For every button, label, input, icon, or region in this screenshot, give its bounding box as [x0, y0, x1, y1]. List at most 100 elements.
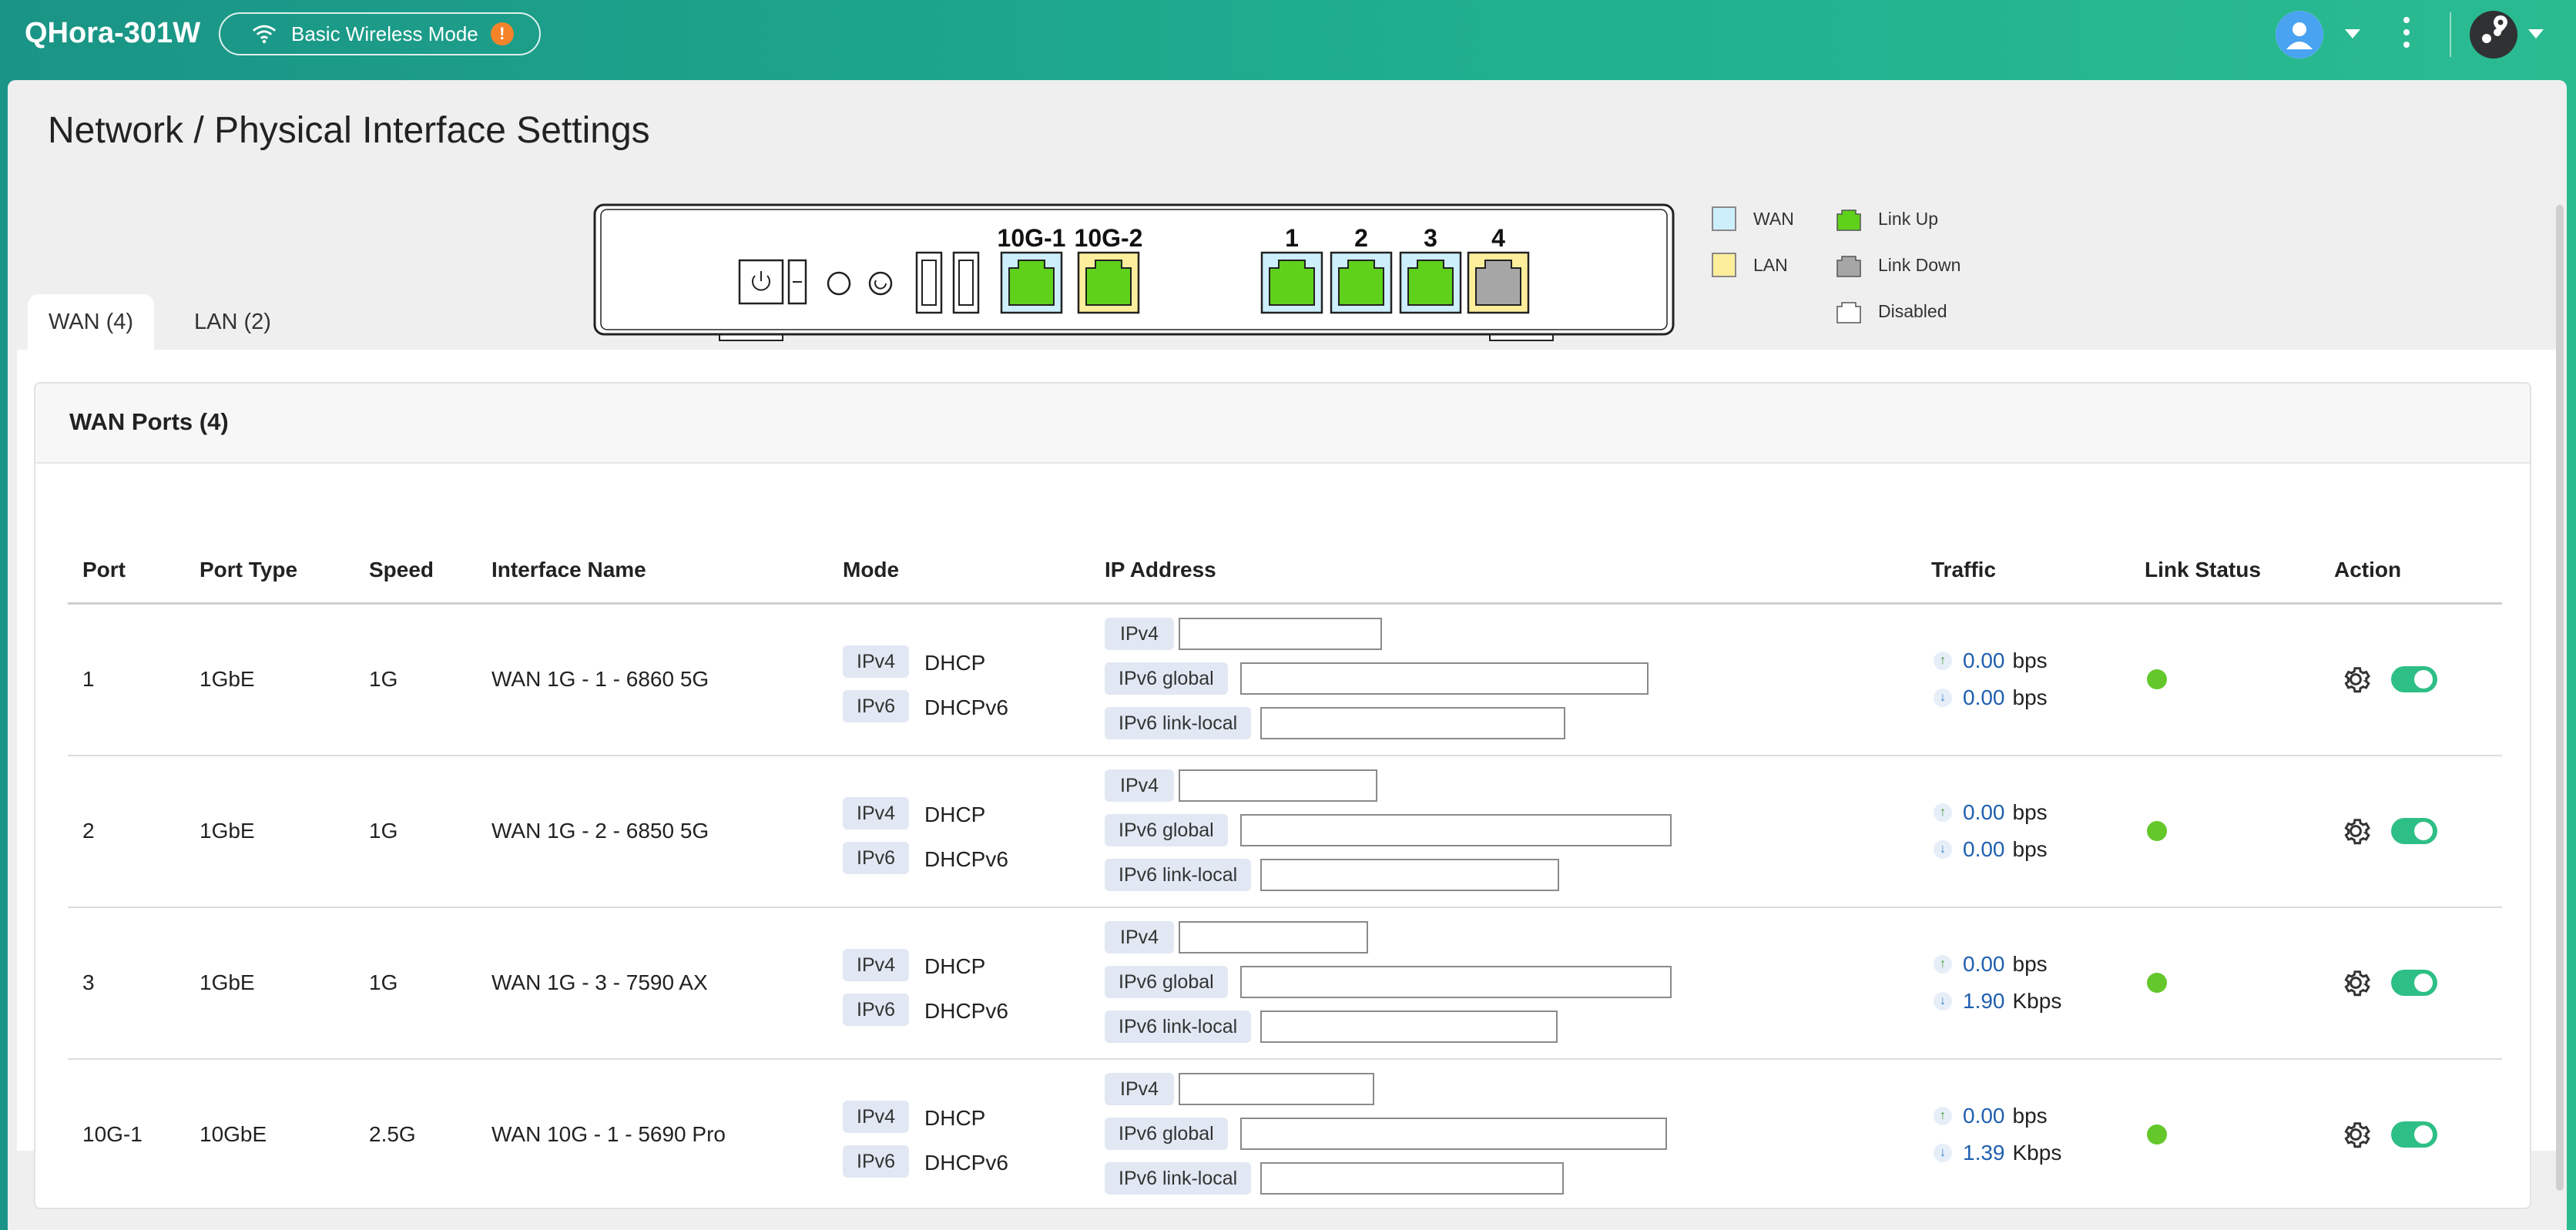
speed-cell: 1G [369, 819, 398, 843]
mode-ipv4-tag: IPv4 [843, 645, 910, 678]
card-title: WAN Ports (4) [69, 408, 229, 435]
interface-name-cell: WAN 1G - 2 - 6850 5G [491, 819, 709, 843]
router-diagram: 10G-1 10G-2 1 2 3 4 [593, 203, 1675, 341]
ipv6-link-local-address-field[interactable] [1260, 859, 1559, 891]
traffic-download: ↓ 1.39 Kbps [1934, 1141, 2061, 1165]
port-cell: 10G-1 [82, 1122, 143, 1146]
col-header-port: Port [82, 558, 126, 581]
ip-ipv4-label: IPv4 [1105, 1073, 1175, 1105]
port-enable-toggle[interactable] [2391, 970, 2437, 996]
legend-disabled: Disabled [1835, 297, 1947, 325]
legend-wan: WAN [1712, 206, 1794, 231]
mode-ipv6-tag: IPv6 [843, 1145, 910, 1178]
upload-arrow-icon: ↑ [1934, 803, 1952, 822]
ip-ipv6-link-local-label: IPv6 link-local [1105, 707, 1252, 739]
interface-name-cell: WAN 10G - 1 - 5690 Pro [491, 1122, 726, 1146]
table-row: 10G-1 10GbE 2.5G WAN 10G - 1 - 5690 Pro … [0, 1059, 2576, 1210]
speed-cell: 1G [369, 970, 398, 994]
warning-icon: ! [490, 22, 514, 45]
lan-swatch [1712, 253, 1736, 277]
more-vert-icon[interactable] [2402, 17, 2411, 55]
mode-ipv6-value: DHCPv6 [924, 999, 1008, 1023]
port-label: 10G-2 [1075, 224, 1143, 252]
gear-icon[interactable] [2339, 814, 2373, 848]
ipv6-global-address-field[interactable] [1240, 1118, 1667, 1150]
port-enable-toggle[interactable] [2391, 666, 2437, 692]
download-value: 1.39 [1963, 1141, 2005, 1165]
download-arrow-icon: ↓ [1934, 1144, 1952, 1162]
ipv4-address-field[interactable] [1179, 618, 1382, 650]
port-enable-toggle[interactable] [2391, 818, 2437, 844]
col-header-interface-name: Interface Name [491, 558, 646, 581]
upload-arrow-icon: ↑ [1934, 652, 1952, 670]
upload-value: 0.00 [1963, 649, 2005, 672]
ipv6-global-address-field[interactable] [1240, 662, 1649, 695]
gear-icon[interactable] [2339, 662, 2373, 696]
download-unit: bps [2012, 685, 2048, 709]
link-status-indicator [2147, 669, 2167, 689]
upload-unit: bps [2012, 952, 2048, 976]
ipv6-link-local-address-field[interactable] [1260, 1162, 1564, 1195]
download-arrow-icon: ↓ [1934, 992, 1952, 1010]
upload-unit: bps [2012, 1104, 2048, 1128]
tab-wan[interactable]: WAN (4) [28, 294, 154, 350]
ipv6-global-address-field[interactable] [1240, 814, 1672, 846]
ip-ipv4-label: IPv4 [1105, 769, 1175, 802]
wireless-mode-button[interactable]: Basic Wireless Mode ! [219, 12, 541, 55]
link-down-icon [1836, 256, 1861, 277]
mode-ipv4-value: DHCP [924, 954, 986, 978]
port-label: 1 [1285, 224, 1299, 252]
mode-ipv6-tag: IPv6 [843, 994, 910, 1026]
port-cell: 3 [82, 970, 95, 994]
port-label: 3 [1424, 224, 1437, 252]
link-status-indicator [2147, 1124, 2167, 1145]
locator-menu-chevron-down-icon[interactable] [2528, 29, 2544, 39]
mode-ipv6-value: DHCPv6 [924, 847, 1008, 871]
download-value: 0.00 [1963, 685, 2005, 709]
led-icon [827, 271, 851, 296]
locator-icon[interactable] [2470, 11, 2517, 59]
ip-ipv4-label: IPv4 [1105, 921, 1175, 954]
ipv4-address-field[interactable] [1179, 1073, 1374, 1105]
power-button-icon [738, 259, 784, 305]
download-arrow-icon: ↓ [1934, 689, 1952, 707]
table-row: 1 1GbE 1G WAN 1G - 1 - 6860 5G IPv4 DHCP… [0, 604, 2576, 755]
port-enable-toggle[interactable] [2391, 1121, 2437, 1148]
interface-name-cell: WAN 1G - 1 - 6860 5G [491, 667, 709, 691]
legend-lan: LAN [1712, 253, 1788, 277]
ip-ipv6-global-label: IPv6 global [1105, 1118, 1228, 1150]
user-avatar-icon[interactable] [2276, 11, 2323, 59]
speed-cell: 1G [369, 667, 398, 691]
user-menu-chevron-down-icon[interactable] [2345, 29, 2360, 39]
download-unit: Kbps [2012, 989, 2062, 1013]
upload-value: 0.00 [1963, 952, 2005, 976]
upload-unit: bps [2012, 649, 2048, 672]
ipv6-link-local-address-field[interactable] [1260, 707, 1565, 739]
ip-ipv6-link-local-label: IPv6 link-local [1105, 1010, 1252, 1043]
ip-ipv6-global-label: IPv6 global [1105, 814, 1228, 846]
upload-unit: bps [2012, 800, 2048, 824]
mode-ipv4-value: DHCP [924, 1106, 986, 1130]
wireless-mode-label: Basic Wireless Mode [291, 22, 478, 45]
traffic-download: ↓ 0.00 bps [1934, 837, 2048, 862]
traffic-upload: ↑ 0.00 bps [1934, 649, 2048, 673]
usb-port-2 [952, 251, 980, 314]
gear-icon[interactable] [2339, 966, 2373, 1000]
tab-lan[interactable]: LAN (2) [169, 294, 296, 350]
ip-ipv6-global-label: IPv6 global [1105, 966, 1228, 998]
ip-ipv4-label: IPv4 [1105, 618, 1175, 650]
gear-icon[interactable] [2339, 1118, 2373, 1151]
ipv4-address-field[interactable] [1179, 769, 1377, 802]
ipv4-address-field[interactable] [1179, 921, 1368, 954]
ipv6-global-address-field[interactable] [1240, 966, 1672, 998]
usb-port-1 [915, 251, 943, 314]
card-header: WAN Ports (4) [35, 384, 2530, 464]
mode-ipv6-value: DHCPv6 [924, 1151, 1008, 1175]
download-value: 1.90 [1963, 989, 2005, 1013]
ip-ipv6-link-local-label: IPv6 link-local [1105, 859, 1252, 891]
port-label: 2 [1354, 224, 1368, 252]
ipv6-link-local-address-field[interactable] [1260, 1010, 1558, 1043]
mode-ipv4-value: DHCP [924, 803, 986, 826]
ip-ipv6-link-local-label: IPv6 link-local [1105, 1162, 1252, 1195]
link-up-icon [1836, 209, 1861, 231]
